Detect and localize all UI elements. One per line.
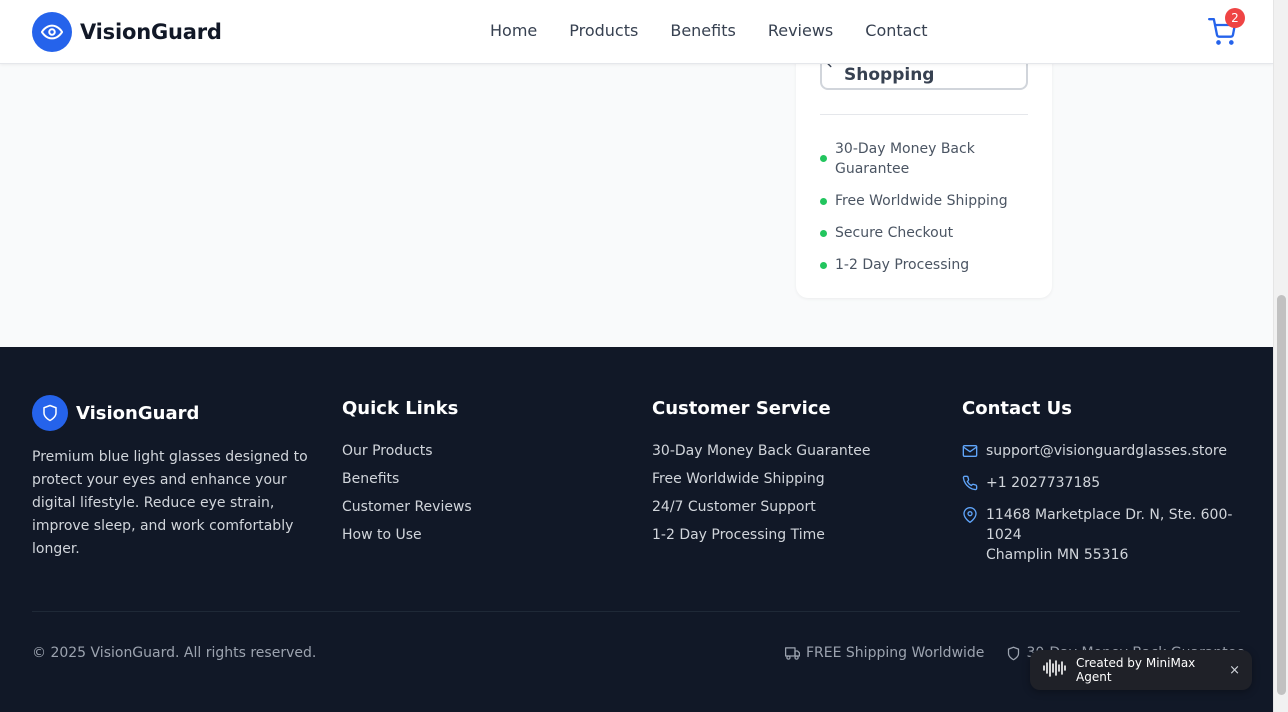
nav-benefits[interactable]: Benefits <box>670 20 736 42</box>
service-item: 30-Day Money Back Guarantee <box>652 443 871 459</box>
quick-links-title: Quick Links <box>342 398 459 419</box>
brand-name: VisionGuard <box>80 20 222 44</box>
footer-link[interactable]: Our Products <box>342 441 472 461</box>
guarantee-item: 1-2 Day Processing <box>820 255 1028 275</box>
nav-reviews[interactable]: Reviews <box>768 20 833 42</box>
main-nav: Home Products Benefits Reviews Contact <box>490 20 928 42</box>
check-dot-icon <box>820 198 827 205</box>
card-divider <box>820 114 1028 115</box>
waveform-icon <box>1042 658 1068 682</box>
brand-link[interactable]: VisionGuard <box>32 12 222 52</box>
chip-label: Created by MiniMax Agent <box>1076 656 1196 684</box>
scrollbar[interactable] <box>1273 0 1288 712</box>
check-dot-icon <box>820 230 827 237</box>
footer-description: Premium blue light glasses designed to p… <box>32 449 308 557</box>
service-item: 24/7 Customer Support <box>652 499 816 515</box>
shield-icon <box>32 395 68 431</box>
service-item: 1-2 Day Processing Time <box>652 527 825 543</box>
guarantee-list: 30-Day Money Back Guarantee Free Worldwi… <box>820 139 1028 287</box>
guarantee-item: Secure Checkout <box>820 223 1028 243</box>
map-pin-icon <box>962 507 978 523</box>
contact-email[interactable]: support@visionguardglasses.store <box>962 441 1252 461</box>
footer-divider <box>32 611 1240 612</box>
customer-service-title: Customer Service <box>652 398 831 419</box>
address-line-2: Champlin MN 55316 <box>986 547 1129 563</box>
nav-home[interactable]: Home <box>490 20 537 42</box>
service-item: Free Worldwide Shipping <box>652 471 825 487</box>
nav-products[interactable]: Products <box>569 20 638 42</box>
shipping-badge: FREE Shipping Worldwide <box>806 645 985 661</box>
check-dot-icon <box>820 262 827 269</box>
contact-title: Contact Us <box>962 398 1073 419</box>
shield-icon <box>1006 646 1021 661</box>
contact-address: 11468 Marketplace Dr. N, Ste. 600-1024 C… <box>962 505 1252 565</box>
guarantee-item: 30-Day Money Back Guarantee <box>820 139 1028 179</box>
contact-phone[interactable]: +1 2027737185 <box>962 473 1252 493</box>
site-header: VisionGuard Home Products Benefits Revie… <box>0 0 1273 64</box>
address-line-1: 11468 Marketplace Dr. N, Ste. 600-1024 <box>986 507 1233 543</box>
footer-link[interactable]: How to Use <box>342 525 472 545</box>
cart-count-badge: 2 <box>1225 8 1245 28</box>
footer-link[interactable]: Benefits <box>342 469 472 489</box>
copyright: © 2025 VisionGuard. All rights reserved. <box>32 645 317 661</box>
truck-icon <box>785 646 800 661</box>
contact-column: Contact Us support@visionguardglasses.st… <box>962 397 1252 577</box>
close-icon[interactable]: × <box>1229 663 1240 678</box>
page: Continue Shopping 30-Day Money Back Guar… <box>0 0 1273 712</box>
mail-icon <box>962 443 978 459</box>
quick-links-column: Quick Links Our Products Benefits Custom… <box>342 397 472 553</box>
scrollbar-thumb[interactable] <box>1277 295 1286 695</box>
check-dot-icon <box>820 155 827 162</box>
phone-icon <box>962 475 978 491</box>
footer-brand: VisionGuard <box>32 395 199 431</box>
created-by-chip[interactable]: Created by MiniMax Agent × <box>1030 650 1252 690</box>
footer-link[interactable]: Customer Reviews <box>342 497 472 517</box>
footer-brand-name: VisionGuard <box>76 402 200 424</box>
guarantee-item: Free Worldwide Shipping <box>820 191 1028 211</box>
customer-service-column: Customer Service 30-Day Money Back Guara… <box>652 397 871 553</box>
nav-contact[interactable]: Contact <box>865 20 927 42</box>
eye-icon <box>32 12 72 52</box>
